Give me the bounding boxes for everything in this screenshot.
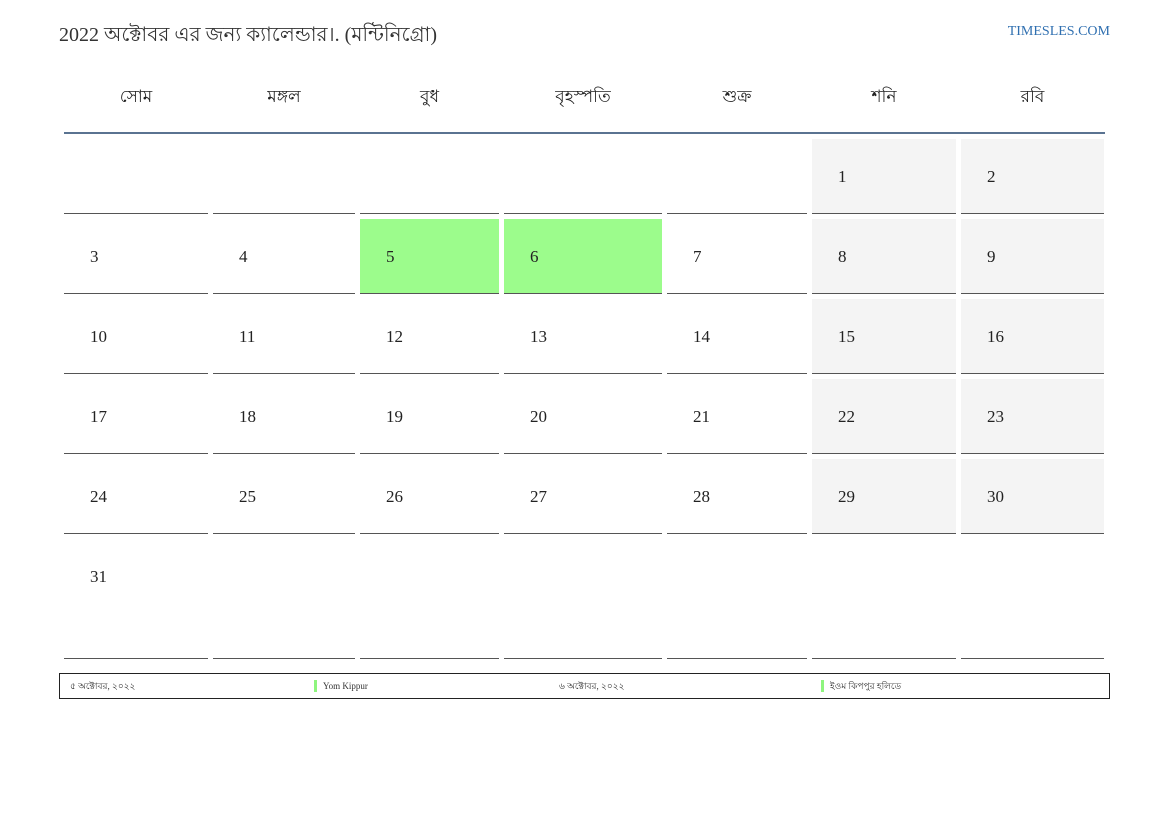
day-number: 2: [987, 167, 996, 186]
day-cell: 4: [213, 219, 355, 294]
day-number: 6: [530, 247, 539, 266]
weekday-thu: বৃহস্পতি: [555, 87, 611, 106]
day-cell: [961, 539, 1104, 659]
day-cell: 8: [812, 219, 956, 294]
day-number: 16: [987, 327, 1004, 346]
day-number: 29: [838, 487, 855, 506]
day-number: 31: [90, 567, 107, 586]
day-cell: 1: [812, 139, 956, 214]
day-cell: 21: [667, 379, 807, 454]
weekday-sun: রবি: [1020, 87, 1045, 106]
day-number: 10: [90, 327, 107, 346]
day-cell: 10: [64, 299, 208, 374]
day-cell: [360, 539, 499, 659]
day-number: 23: [987, 407, 1004, 426]
legend-holiday-name: ইওম কিপপুর হলিডে: [821, 680, 901, 692]
day-cell: [812, 539, 956, 659]
calendar: সোম মঙ্গল বুধ বৃহস্পতি শুক্র শনি রবি 1 2…: [64, 74, 1105, 659]
day-cell: 27: [504, 459, 662, 534]
day-number: 28: [693, 487, 710, 506]
day-cell: 14: [667, 299, 807, 374]
day-number: 17: [90, 407, 107, 426]
day-cell: 18: [213, 379, 355, 454]
day-number: 22: [838, 407, 855, 426]
day-cell: [504, 139, 662, 214]
day-number: 15: [838, 327, 855, 346]
day-cell: 16: [961, 299, 1104, 374]
day-number: 30: [987, 487, 1004, 506]
day-number: 3: [90, 247, 99, 266]
day-cell: 15: [812, 299, 956, 374]
day-number: 5: [386, 247, 395, 266]
day-number: 27: [530, 487, 547, 506]
weekday-fri: শুক্র: [722, 87, 752, 106]
day-cell: 22: [812, 379, 956, 454]
day-cell: [504, 539, 662, 659]
day-number: 21: [693, 407, 710, 426]
day-cell: 12: [360, 299, 499, 374]
day-cell: [667, 539, 807, 659]
day-grid: 1 2 3 4 5 6 7 8 9 10 11 12 13 14 15 16 1…: [64, 139, 1105, 659]
weekday-mon: সোম: [119, 87, 153, 106]
day-cell: 7: [667, 219, 807, 294]
day-number: 1: [838, 167, 847, 186]
holiday-legend: ৫ অক্টোবর, ২০২২ Yom Kippur ৬ অক্টোবর, ২০…: [59, 673, 1110, 699]
legend-date: ৬ অক্টোবর, ২০২২: [559, 681, 625, 691]
weekday-wed: বুধ: [420, 87, 439, 106]
day-cell: 31: [64, 539, 208, 659]
day-number: 8: [838, 247, 847, 266]
day-cell: 20: [504, 379, 662, 454]
day-number: 25: [239, 487, 256, 506]
day-cell-holiday: 6: [504, 219, 662, 294]
legend-date: ৫ অক্টোবর, ২০২২: [70, 681, 136, 691]
day-number: 19: [386, 407, 403, 426]
day-number: 18: [239, 407, 256, 426]
site-link[interactable]: TIMESLES.COM: [1008, 24, 1110, 40]
day-cell: 17: [64, 379, 208, 454]
day-cell: [360, 139, 499, 214]
day-cell: 13: [504, 299, 662, 374]
day-cell: 24: [64, 459, 208, 534]
day-cell: 30: [961, 459, 1104, 534]
day-number: 7: [693, 247, 702, 266]
day-cell: 26: [360, 459, 499, 534]
day-number: 24: [90, 487, 107, 506]
day-cell: [667, 139, 807, 214]
day-cell-holiday: 5: [360, 219, 499, 294]
day-number: 13: [530, 327, 547, 346]
day-number: 4: [239, 247, 248, 266]
day-cell: [213, 539, 355, 659]
day-cell: 29: [812, 459, 956, 534]
weekday-header: সোম মঙ্গল বুধ বৃহস্পতি শুক্র শনি রবি: [64, 74, 1105, 134]
day-cell: 19: [360, 379, 499, 454]
day-cell: 11: [213, 299, 355, 374]
day-number: 12: [386, 327, 403, 346]
day-cell: 3: [64, 219, 208, 294]
page-title: 2022 অক্টোবর এর জন্য ক্যালেন্ডার।. (মন্ট…: [59, 24, 438, 46]
day-number: 20: [530, 407, 547, 426]
day-number: 14: [693, 327, 710, 346]
day-cell: [64, 139, 208, 214]
day-number: 11: [239, 327, 256, 346]
day-cell: 9: [961, 219, 1104, 294]
day-cell: 25: [213, 459, 355, 534]
day-cell: [213, 139, 355, 214]
day-number: 26: [386, 487, 403, 506]
weekday-tue: মঙ্গল: [267, 87, 301, 106]
day-cell: 23: [961, 379, 1104, 454]
weekday-sat: শনি: [871, 87, 897, 106]
legend-holiday-name: Yom Kippur: [314, 680, 368, 692]
day-cell: 28: [667, 459, 807, 534]
day-cell: 2: [961, 139, 1104, 214]
day-number: 9: [987, 247, 996, 266]
